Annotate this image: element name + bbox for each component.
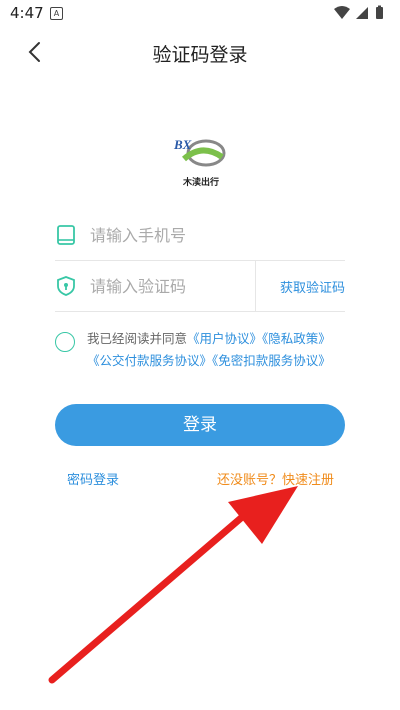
phone-input[interactable]	[90, 220, 340, 250]
notification-icon: A	[50, 7, 63, 20]
code-input[interactable]	[90, 271, 250, 301]
password-login-link[interactable]: 密码登录	[67, 469, 119, 488]
svg-text:BX: BX	[173, 137, 192, 152]
arrow-head-icon	[228, 486, 298, 544]
nav-bar: 验证码登录	[0, 26, 400, 78]
page-title: 验证码登录	[152, 44, 248, 66]
user-agreement-link[interactable]: 《用户协议》	[187, 331, 262, 346]
agree-checkbox[interactable]	[55, 332, 75, 352]
password-free-agreement-link[interactable]: 《免密扣款服务协议》	[212, 353, 331, 368]
logo-text: 木渎出行	[182, 178, 219, 188]
login-button[interactable]: 登录	[55, 404, 345, 446]
privacy-policy-link[interactable]: 《隐私政策》	[262, 331, 331, 346]
get-code-button[interactable]: 获取验证码	[280, 277, 345, 296]
code-row: 获取验证码	[55, 261, 345, 312]
code-divider	[255, 261, 256, 311]
bus-payment-agreement-link[interactable]: 《公交付款服务协议》	[87, 353, 212, 368]
phone-row	[55, 210, 345, 261]
agreement-prefix: 我已经阅读并同意	[87, 331, 188, 346]
signal-icon	[356, 7, 368, 19]
battery-icon	[376, 5, 383, 19]
status-time: 4:47	[10, 4, 44, 22]
register-link[interactable]: 还没账号？快速注册	[217, 469, 334, 488]
agreement-text: 我已经阅读并同意《用户协议》《隐私政策》《公交付款服务协议》《免密扣款服务协议》	[87, 328, 347, 372]
logo-mark-icon: BX	[173, 137, 226, 167]
phone-icon	[57, 225, 75, 245]
status-bar: 4:47 A	[0, 0, 400, 26]
shield-icon	[57, 276, 75, 296]
app-logo: BX 木渎出行	[170, 135, 232, 189]
system-icons	[334, 5, 383, 19]
arrow-shaft	[48, 508, 252, 684]
wifi-icon	[334, 6, 350, 19]
